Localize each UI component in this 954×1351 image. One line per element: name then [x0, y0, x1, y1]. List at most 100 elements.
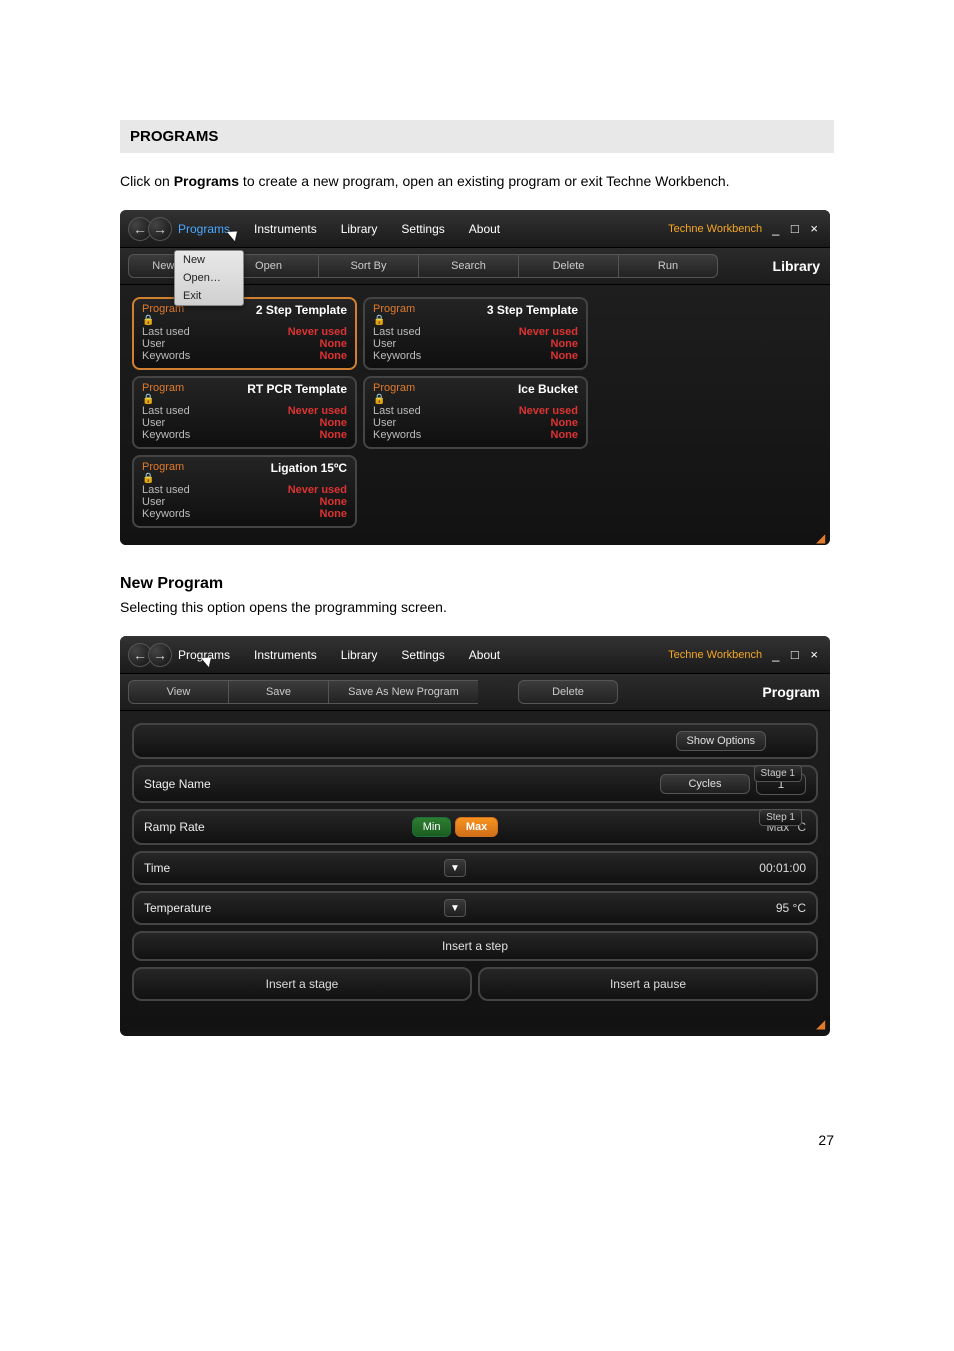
insert-pause-button[interactable]: Insert a pause	[478, 967, 818, 1001]
cycles-button[interactable]: Cycles	[660, 774, 750, 794]
app1-titlebar: ← → Programs New Open… Exit Instruments …	[120, 210, 830, 248]
app2-right-label: Program	[762, 684, 822, 700]
window-controls[interactable]: _ □ ×	[772, 221, 822, 236]
max-button[interactable]: Max	[455, 817, 498, 837]
menu-about[interactable]: About	[469, 222, 500, 236]
stage-row: Stage Name Cycles 1 Stage 1	[132, 765, 818, 803]
temperature-dropdown-button[interactable]: ▼	[444, 899, 466, 917]
intro-post: to create a new program, open an existin…	[239, 173, 730, 189]
card-user-label: User	[142, 496, 165, 508]
card-lastused-value: Never used	[519, 405, 578, 417]
card-keywords-label: Keywords	[373, 350, 421, 362]
seg-delete[interactable]: Delete	[518, 680, 618, 704]
card-user-value: None	[551, 417, 579, 429]
program-card[interactable]: Program 🔒 Ligation 15ºC Last usedNever u…	[132, 455, 357, 528]
lock-icon: 🔒	[373, 315, 415, 326]
card-user-label: User	[373, 417, 396, 429]
nav-forward-button[interactable]: →	[148, 217, 172, 241]
seg-view[interactable]: View	[128, 680, 228, 704]
time-value[interactable]: 00:01:00	[646, 861, 806, 875]
temperature-label: Temperature	[144, 901, 264, 915]
card-title: RT PCR Template	[247, 382, 347, 396]
dropdown-exit[interactable]: Exit	[175, 287, 243, 305]
card-type-label: Program	[373, 303, 415, 315]
card-lastused-label: Last used	[373, 405, 421, 417]
lock-icon: 🔒	[373, 394, 415, 405]
app2-segbar: View Save Save As New Program Delete Pro…	[120, 674, 830, 711]
time-dropdown-button[interactable]: ▼	[444, 859, 466, 877]
window-controls[interactable]: _ □ ×	[772, 647, 822, 662]
app1-content: Program 🔒 2 Step Template Last used Never…	[120, 285, 830, 545]
show-options-button[interactable]: Show Options	[676, 731, 766, 751]
intro-text: Click on Programs to create a new progra…	[120, 171, 834, 192]
intro-pre: Click on	[120, 173, 174, 189]
program-card[interactable]: Program 🔒 RT PCR Template Last usedNever…	[132, 376, 357, 449]
menu-about[interactable]: About	[469, 648, 500, 662]
card-type-label: Program	[142, 382, 184, 394]
card-title: Ice Bucket	[518, 382, 578, 396]
card-user-label: User	[142, 338, 165, 350]
card-lastused-value: Never used	[288, 405, 347, 417]
stage-badge: Stage 1	[754, 765, 802, 782]
menu-instruments[interactable]: Instruments	[254, 222, 317, 236]
menu-programs-label: Programs	[178, 222, 230, 236]
lock-icon: 🔒	[142, 473, 184, 484]
nav-forward-button[interactable]: →	[148, 643, 172, 667]
card-keywords-value: None	[551, 350, 579, 362]
card-keywords-value: None	[320, 350, 348, 362]
menu-instruments[interactable]: Instruments	[254, 648, 317, 662]
card-title: 2 Step Template	[256, 303, 347, 317]
step-badge: Step 1	[759, 809, 802, 826]
menu-settings[interactable]: Settings	[401, 222, 444, 236]
stage-name-label: Stage Name	[144, 777, 264, 791]
seg-run[interactable]: Run	[618, 254, 718, 278]
card-title: 3 Step Template	[487, 303, 578, 317]
dropdown-open[interactable]: Open…	[175, 269, 243, 287]
card-lastused-value: Never used	[288, 484, 347, 496]
app1-right-label: Library	[773, 258, 822, 274]
card-keywords-label: Keywords	[142, 350, 190, 362]
insert-step-button[interactable]: Insert a step	[132, 931, 818, 961]
seg-save-as[interactable]: Save As New Program	[328, 680, 478, 704]
card-keywords-value: None	[320, 429, 348, 441]
resize-grip-icon[interactable]: ◢	[816, 531, 828, 543]
card-user-value: None	[320, 338, 348, 350]
time-label: Time	[144, 861, 264, 875]
app2-titlebar: ← → Programs Instruments Library Setting…	[120, 636, 830, 674]
menu-programs[interactable]: Programs New Open… Exit	[178, 222, 230, 236]
program-card[interactable]: Program 🔒 3 Step Template Last usedNever…	[363, 297, 588, 370]
card-keywords-label: Keywords	[142, 508, 190, 520]
seg-search[interactable]: Search	[418, 254, 518, 278]
card-keywords-label: Keywords	[373, 429, 421, 441]
time-row: Time ▼ 00:01:00	[132, 851, 818, 885]
menu-library[interactable]: Library	[341, 648, 378, 662]
card-lastused-label: Last used	[142, 484, 190, 496]
seg-sortby[interactable]: Sort By	[318, 254, 418, 278]
resize-grip-icon[interactable]: ◢	[816, 1017, 828, 1029]
card-user-value: None	[320, 496, 348, 508]
mouse-cursor-icon	[227, 226, 241, 240]
card-title: Ligation 15ºC	[271, 461, 347, 475]
subhead-new-program: New Program	[120, 575, 834, 593]
menu-settings[interactable]: Settings	[401, 648, 444, 662]
temperature-value[interactable]: 95 °C	[646, 901, 806, 915]
menu-programs[interactable]: Programs	[178, 648, 230, 662]
card-user-label: User	[373, 338, 396, 350]
app2-brand: Techne Workbench	[668, 649, 762, 661]
min-button[interactable]: Min	[412, 817, 452, 837]
ramp-rate-label: Ramp Rate	[144, 820, 264, 834]
insert-stage-button[interactable]: Insert a stage	[132, 967, 472, 1001]
program-card[interactable]: Program 🔒 2 Step Template Last usedNever…	[132, 297, 357, 370]
dropdown-new[interactable]: New	[175, 251, 243, 269]
menu-library[interactable]: Library	[341, 222, 378, 236]
seg-delete[interactable]: Delete	[518, 254, 618, 278]
seg-save[interactable]: Save	[228, 680, 328, 704]
intro-bold: Programs	[174, 173, 239, 189]
program-card[interactable]: Program 🔒 Ice Bucket Last usedNever used…	[363, 376, 588, 449]
page-number: 27	[0, 1132, 954, 1148]
card-user-label: User	[142, 417, 165, 429]
lock-icon: 🔒	[142, 394, 184, 405]
section-header: PROGRAMS	[120, 120, 834, 153]
ramp-row: Ramp Rate Min Max Max °C Step 1	[132, 809, 818, 845]
insert-step-label: Insert a step	[442, 939, 508, 953]
